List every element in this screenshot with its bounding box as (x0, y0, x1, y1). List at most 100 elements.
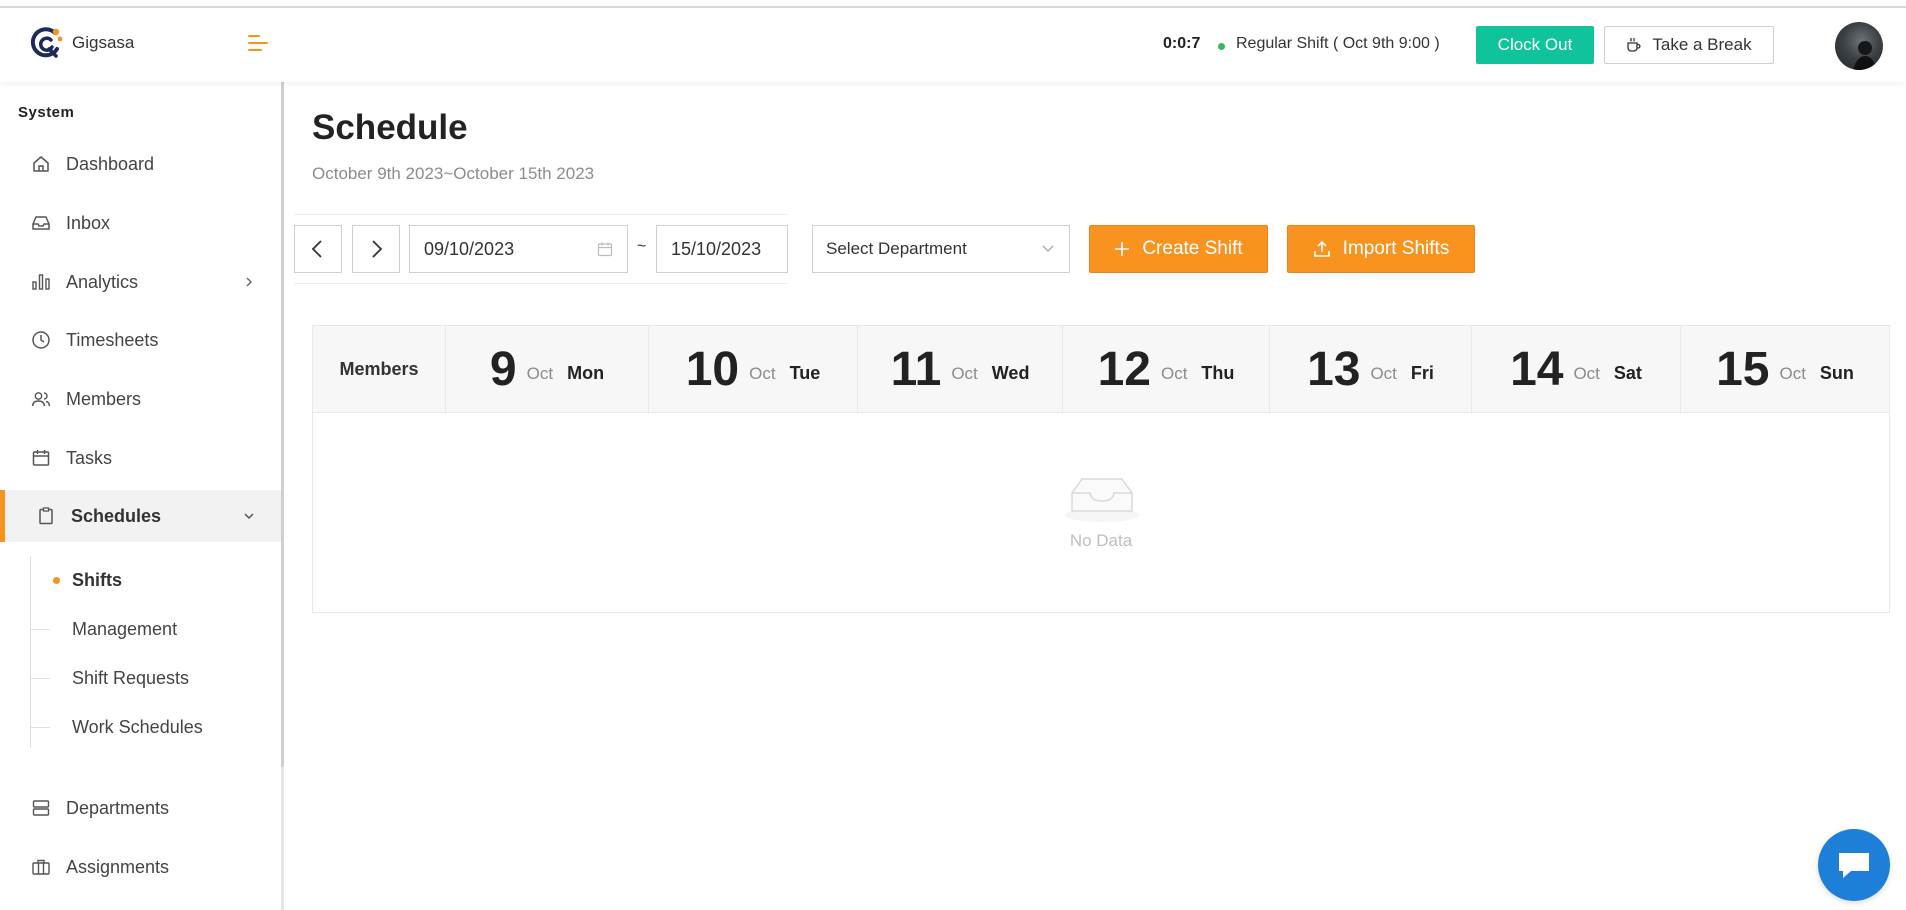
take-a-break-button[interactable]: Take a Break (1604, 26, 1774, 64)
sidebar-item-label: Departments (66, 797, 170, 818)
day-name: Wed (991, 363, 1030, 383)
chat-support-button[interactable] (1818, 829, 1890, 901)
app-name: Gigsasa (72, 33, 135, 52)
day-column-header: 11 Oct Wed (858, 326, 1063, 413)
sidebar-item-inbox[interactable]: Inbox (0, 197, 281, 249)
day-name: Thu (1201, 363, 1235, 383)
chevron-left-icon (311, 240, 322, 258)
empty-state-text: No Data (1069, 531, 1133, 550)
end-date-value: 15/10/2023 (671, 238, 762, 259)
day-name: Sun (1819, 363, 1854, 383)
day-month: Oct (1573, 363, 1600, 383)
start-date-input[interactable]: 09/10/2023 (409, 225, 628, 273)
take-a-break-label: Take a Break (1652, 35, 1752, 54)
date-range-separator: ~ (637, 238, 647, 255)
previous-week-button[interactable] (294, 225, 342, 273)
day-name: Mon (567, 363, 605, 383)
menu-toggle-icon[interactable] (248, 35, 270, 55)
day-column-header: 13 Oct Fri (1270, 326, 1472, 413)
active-indicator-dot (53, 576, 60, 584)
day-month: Oct (951, 363, 978, 383)
day-month: Oct (749, 363, 776, 383)
day-column-header: 12 Oct Thu (1063, 326, 1270, 413)
shift-status-dot (1218, 43, 1225, 50)
gigsasa-logo-icon (29, 25, 65, 61)
day-month: Oct (526, 363, 554, 383)
home-icon (33, 156, 49, 172)
import-shifts-button[interactable]: Import Shifts (1287, 225, 1475, 273)
current-shift-label: Regular Shift ( Oct 9th 9:00 ) (1236, 35, 1440, 52)
calendar-icon (32, 450, 50, 466)
bar-chart-icon (32, 274, 50, 290)
day-number: 9 (489, 342, 517, 396)
users-icon (31, 392, 51, 407)
day-number: 11 (890, 342, 942, 396)
schedule-table: Members 9 Oct Mon 10 Oct Tue 11 Oct Wed … (312, 325, 1890, 613)
sidebar-item-members[interactable]: Members (0, 373, 281, 425)
shift-timer: 0:0:7 (1163, 35, 1201, 52)
chevron-right-icon (246, 277, 252, 287)
create-shift-button[interactable]: Create Shift (1089, 225, 1268, 273)
sidebar-item-label: Analytics (66, 271, 139, 292)
server-icon (32, 800, 50, 816)
department-select[interactable]: Select Department (812, 225, 1070, 273)
submenu-item-label: Shifts (72, 569, 123, 590)
sidebar-item-label: Tasks (66, 447, 113, 468)
sidebar-item-assignments[interactable]: Assignments (0, 841, 281, 893)
calendar-icon (597, 242, 613, 257)
clock-out-button[interactable]: Clock Out (1476, 26, 1594, 64)
day-name: Fri (1410, 363, 1434, 383)
members-column-header: Members (313, 326, 446, 413)
day-number: 10 (685, 342, 740, 396)
sidebar-item-analytics[interactable]: Analytics (0, 256, 281, 308)
submenu-item-label: Management (72, 618, 178, 639)
sidebar-section-heading: System (18, 104, 75, 121)
sidebar-item-dashboard[interactable]: Dashboard (0, 138, 281, 190)
day-month: Oct (1779, 363, 1806, 383)
sidebar-item-label: Dashboard (66, 153, 155, 174)
schedule-table-header: Members 9 Oct Mon 10 Oct Tue 11 Oct Wed … (313, 326, 1889, 413)
chevron-right-icon (372, 240, 383, 258)
inbox-icon (32, 216, 50, 230)
sidebar-item-label: Schedules (71, 505, 162, 526)
sidebar-item-departments[interactable]: Departments (0, 782, 281, 834)
day-column-header: 15 Oct Sun (1681, 326, 1889, 413)
empty-inbox-icon (1065, 478, 1139, 522)
sidebar-item-label: Assignments (66, 856, 170, 877)
end-date-input[interactable]: 15/10/2023 (656, 225, 788, 273)
next-week-button[interactable] (352, 225, 400, 273)
chat-bubble-icon (1839, 853, 1869, 878)
briefcase-icon (32, 859, 50, 875)
start-date-value: 09/10/2023 (424, 238, 515, 259)
create-shift-label: Create Shift (1142, 238, 1243, 259)
sidebar-item-label: Timesheets (66, 329, 159, 350)
day-number: 15 (1716, 342, 1770, 396)
app-logo[interactable]: Gigsasa (29, 25, 134, 61)
chevron-down-icon (244, 513, 254, 520)
members-header-label: Members (339, 359, 419, 379)
plus-icon (1115, 242, 1130, 256)
sidebar-item-tasks[interactable]: Tasks (0, 432, 281, 484)
page-title: Schedule (312, 108, 468, 147)
day-column-header: 9 Oct Mon (446, 326, 649, 413)
sidebar-item-schedules[interactable]: Schedules (0, 490, 281, 542)
clock-icon (32, 331, 50, 349)
day-number: 13 (1307, 342, 1361, 396)
submenu-tick (30, 677, 50, 679)
day-name: Sat (1613, 363, 1642, 383)
sidebar-item-timesheets[interactable]: Timesheets (0, 314, 281, 366)
user-avatar[interactable] (1835, 22, 1883, 70)
day-column-header: 10 Oct Tue (649, 326, 858, 413)
top-header: Gigsasa 0:0:7 Regular Shift ( Oct 9th 9:… (0, 8, 1906, 82)
department-select-placeholder: Select Department (826, 239, 967, 258)
day-name: Tue (789, 363, 821, 383)
submenu-item-label: Work Schedules (72, 716, 203, 737)
day-number: 14 (1510, 342, 1564, 396)
sidebar-item-label: Inbox (66, 212, 111, 233)
sidebar-item-label: Members (66, 388, 142, 409)
day-month: Oct (1370, 363, 1397, 383)
schedule-date-range: October 9th 2023~October 15th 2023 (312, 164, 595, 183)
submenu-tick (30, 726, 50, 728)
upload-icon (1313, 240, 1330, 257)
sidebar-scrollbar[interactable] (281, 82, 284, 767)
